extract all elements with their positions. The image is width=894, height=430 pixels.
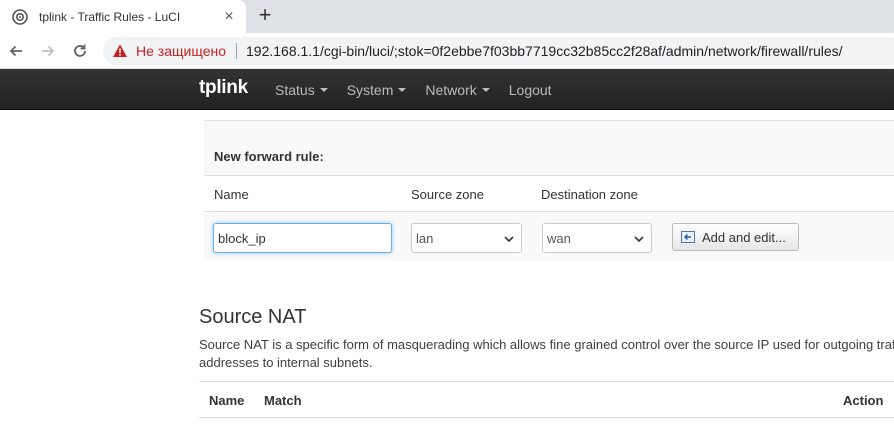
source-zone-value: lan [416, 230, 434, 246]
menu-status[interactable]: Status [275, 82, 328, 98]
destination-zone-column-label: Destination zone [541, 187, 638, 202]
add-edit-icon [681, 231, 695, 243]
rule-name-input[interactable] [213, 223, 392, 253]
main-menu: Status System Network Logout [275, 69, 571, 110]
snat-name-column: Name [209, 393, 245, 408]
menu-logout[interactable]: Logout [509, 82, 552, 98]
snat-match-column: Match [264, 393, 302, 408]
menu-logout-label: Logout [508, 81, 552, 98]
address-bar[interactable]: Не защищено 192.168.1.1/cgi-bin/luci/;st… [103, 37, 894, 65]
add-and-edit-button[interactable]: Add and edit... [672, 223, 799, 251]
chevron-down-icon [504, 236, 514, 243]
reload-icon[interactable] [68, 39, 92, 63]
caret-down-icon [481, 88, 490, 92]
menu-network[interactable]: Network [425, 81, 490, 98]
back-arrow-icon[interactable] [4, 39, 28, 63]
source-nat-title: Source NAT [199, 306, 307, 328]
tab-title: tplink - Traffic Rules - LuCI [39, 9, 181, 24]
url-text[interactable]: 192.168.1.1/cgi-bin/luci/;stok=0f2ebbe7f… [246, 43, 843, 59]
destination-zone-select[interactable]: wan [542, 223, 652, 253]
source-nat-description: Source NAT is a specific form of masquer… [199, 336, 894, 372]
destination-zone-value: wan [547, 230, 571, 246]
brand-logo[interactable]: tplink [199, 77, 248, 99]
page-content: New forward rule: Name Source zone Desti… [0, 110, 894, 430]
chevron-down-icon [634, 236, 644, 243]
menu-system[interactable]: System [347, 82, 407, 98]
new-tab-icon[interactable]: + [253, 3, 277, 27]
source-zone-column-label: Source zone [411, 187, 484, 202]
caret-down-icon [398, 88, 407, 92]
luci-header: tplink Status System Network Logout [0, 69, 894, 110]
menu-status-label: Status [275, 81, 315, 98]
source-nat-description-line2: addresses to internal subnets. [199, 355, 373, 370]
close-tab-icon[interactable]: × [220, 8, 238, 26]
luci-favicon-icon [12, 8, 28, 25]
new-forward-rule-section: New forward rule: Name Source zone Desti… [204, 120, 894, 261]
browser-tab-bar: tplink - Traffic Rules - LuCI × + [0, 0, 894, 33]
source-zone-select[interactable]: lan [411, 223, 522, 253]
name-column-label: Name [214, 187, 249, 202]
menu-network-label: Network [425, 81, 477, 98]
not-secure-label[interactable]: Не защищено [136, 43, 226, 59]
forward-arrow-icon[interactable] [36, 39, 60, 63]
omnibox-divider [236, 43, 237, 59]
warning-icon [113, 44, 127, 57]
forward-rule-title: New forward rule: [214, 149, 324, 164]
caret-down-icon [319, 88, 328, 92]
browser-toolbar: Не защищено 192.168.1.1/cgi-bin/luci/;st… [0, 33, 894, 69]
add-and-edit-label: Add and edit... [702, 229, 786, 245]
browser-tab[interactable]: tplink - Traffic Rules - LuCI × [0, 0, 246, 33]
forward-rule-header-row: Name Source zone Destination zone [204, 175, 894, 212]
menu-system-label: System [346, 81, 394, 98]
snat-action-column: Action [843, 393, 884, 408]
forward-rule-input-row: lan wan Add and edit... [204, 212, 894, 262]
source-nat-description-line1: Source NAT is a specific form of masquer… [199, 337, 894, 352]
source-nat-table-header: Name Match Action [199, 381, 894, 418]
